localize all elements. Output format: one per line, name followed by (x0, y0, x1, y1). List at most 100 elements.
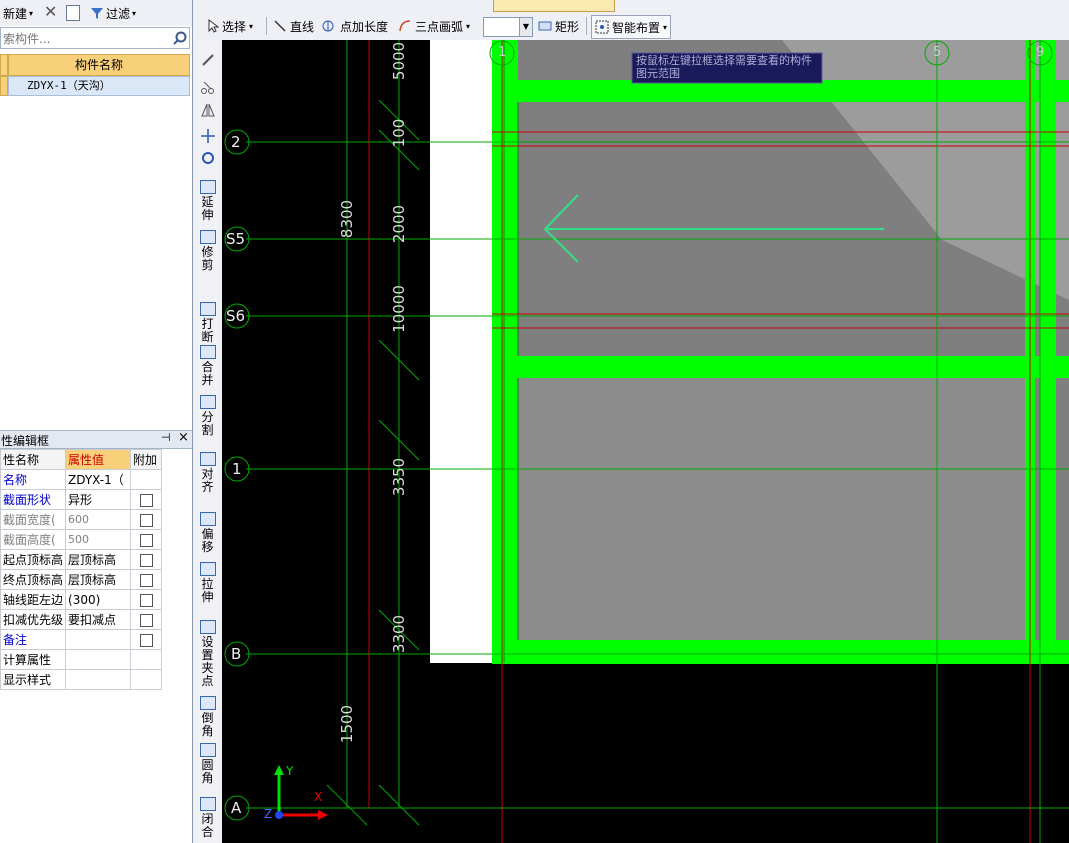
property-extra (130, 549, 163, 570)
property-value[interactable]: (300) (65, 589, 132, 610)
property-value-header: 属性值 (65, 449, 132, 470)
close-icon[interactable]: × (178, 430, 189, 445)
search-icon[interactable] (173, 31, 187, 45)
tool-label: 拉伸 (201, 577, 214, 604)
property-header-row: 性名称 属性值 附加 (0, 449, 163, 470)
mirror-icon[interactable] (200, 102, 216, 118)
rectangle-label: 矩形 (555, 19, 580, 34)
property-value[interactable] (65, 629, 132, 650)
tool-5[interactable]: 对齐 (193, 452, 222, 494)
pin-icon[interactable]: ⊣ (161, 431, 171, 444)
tool-10[interactable]: 圆角 (193, 743, 222, 785)
new-button[interactable]: 新建 ▾ (3, 5, 33, 22)
property-row[interactable]: 截面高度(500 (0, 529, 163, 550)
append-checkbox[interactable] (139, 533, 153, 547)
dropdown-arrow-icon: ▾ (663, 22, 668, 32)
append-checkbox[interactable] (139, 593, 153, 607)
cursor-icon (208, 19, 219, 33)
dropdown-arrow-icon[interactable]: ▼ (519, 18, 532, 36)
property-row[interactable]: 终点顶标高 层顶标高 (0, 569, 163, 590)
move-icon[interactable] (200, 128, 216, 144)
tool-0[interactable]: 延伸 (193, 180, 222, 222)
beam (492, 640, 1069, 664)
property-row[interactable]: 名称 ZDYX-1（ (0, 469, 163, 490)
property-value[interactable]: 层顶标高 (65, 569, 132, 590)
property-row[interactable]: 显示样式 (0, 669, 163, 690)
property-extra (130, 589, 163, 610)
dimension-label: 100 (390, 118, 408, 148)
property-name: 终点顶标高 (0, 569, 67, 590)
tool-3[interactable]: 合并 (193, 345, 222, 387)
tool-1[interactable]: 修剪 (193, 230, 222, 272)
tool-icon (199, 797, 216, 811)
tool-6[interactable]: 偏移 (193, 512, 222, 554)
brush-icon[interactable] (200, 52, 216, 68)
three-point-arc-button[interactable]: 三点画弧 ▾ (398, 13, 470, 39)
divider (266, 17, 267, 35)
beam (504, 40, 518, 663)
append-checkbox[interactable] (139, 573, 153, 587)
rectangle-button[interactable]: 矩形 (538, 13, 579, 39)
property-value[interactable]: 600 (65, 509, 132, 530)
property-value[interactable]: 500 (65, 529, 132, 550)
property-extra (130, 649, 163, 670)
property-row[interactable]: 备注 (0, 629, 163, 650)
property-row[interactable]: 轴线距左边 (300) (0, 589, 163, 610)
dimension-label: 5000 (390, 41, 408, 81)
append-checkbox[interactable] (139, 553, 153, 567)
property-row[interactable]: 截面宽度(600 (0, 509, 163, 530)
smart-layout-button[interactable]: 智能布置 ▾ (591, 15, 672, 39)
search-input[interactable] (1, 29, 169, 49)
drawing-canvas[interactable]: 按鼠标左键拉框选择需要查看的构件图元范围 2 S5 S6 1 B A 1 5 9… (222, 40, 1069, 843)
append-checkbox[interactable] (139, 493, 153, 507)
property-row[interactable]: 截面形状 异形 (0, 489, 163, 510)
smart-layout-label: 智能布置 (612, 20, 661, 35)
delete-icon[interactable]: ✕ (44, 2, 57, 21)
property-value[interactable]: 要扣减点 (65, 609, 132, 630)
tool-8[interactable]: 设置夹点 (193, 620, 222, 688)
append-checkbox[interactable] (139, 633, 153, 647)
tool-2[interactable]: 打断 (193, 302, 222, 344)
property-row[interactable]: 计算属性 (0, 649, 163, 670)
tool-7[interactable]: 拉伸 (193, 562, 222, 604)
property-extra (130, 509, 163, 530)
property-value[interactable] (65, 649, 132, 670)
search-box[interactable] (0, 27, 190, 49)
property-name: 起点顶标高 (0, 549, 67, 570)
toolbar-row-1 (193, 0, 1069, 12)
select-button[interactable]: 选择 ▾ (207, 13, 253, 39)
toolbar-row-1-tail (768, 0, 1069, 11)
dropdown-arrow-icon: ▾ (29, 9, 34, 18)
point-length-button[interactable]: 点加长度 (321, 13, 388, 39)
append-checkbox[interactable] (139, 513, 153, 527)
property-value[interactable]: 异形 (65, 489, 132, 510)
rotate-icon[interactable] (200, 150, 216, 166)
tool-icon (199, 743, 216, 757)
arc-option-select[interactable]: ▼ (483, 17, 533, 37)
dropdown-arrow-icon: ▾ (466, 21, 471, 31)
property-toggle-button[interactable] (493, 0, 615, 12)
property-value[interactable]: 层顶标高 (65, 549, 132, 570)
copy-icon[interactable] (66, 5, 80, 21)
row-selector[interactable] (0, 76, 8, 96)
filter-button[interactable]: 过滤 ▾ (90, 5, 136, 22)
tool-9[interactable]: 倒角 (193, 696, 222, 738)
append-checkbox[interactable] (139, 613, 153, 627)
tool-11[interactable]: 闭合 (193, 797, 222, 839)
axis-label: S6 (226, 307, 246, 325)
property-row[interactable]: 扣减优先级 要扣减点 (0, 609, 163, 630)
arc-icon (399, 20, 411, 32)
tool-label: 圆角 (201, 758, 214, 785)
axis-label: B (231, 645, 242, 663)
ucs-z-label: Z (264, 807, 273, 821)
list-item[interactable]: ZDYX-1（天沟） (8, 76, 190, 96)
property-value[interactable]: ZDYX-1（ (65, 469, 132, 490)
property-value[interactable] (65, 669, 132, 690)
property-row[interactable]: 起点顶标高 层顶标高 (0, 549, 163, 570)
line-button[interactable]: 直线 (273, 13, 314, 39)
scissor-icon[interactable] (200, 80, 216, 96)
property-name: 截面高度( (0, 529, 67, 550)
tool-4[interactable]: 分割 (193, 395, 222, 437)
row-header-corner (0, 54, 8, 76)
dimension-label: 8300 (338, 199, 356, 239)
